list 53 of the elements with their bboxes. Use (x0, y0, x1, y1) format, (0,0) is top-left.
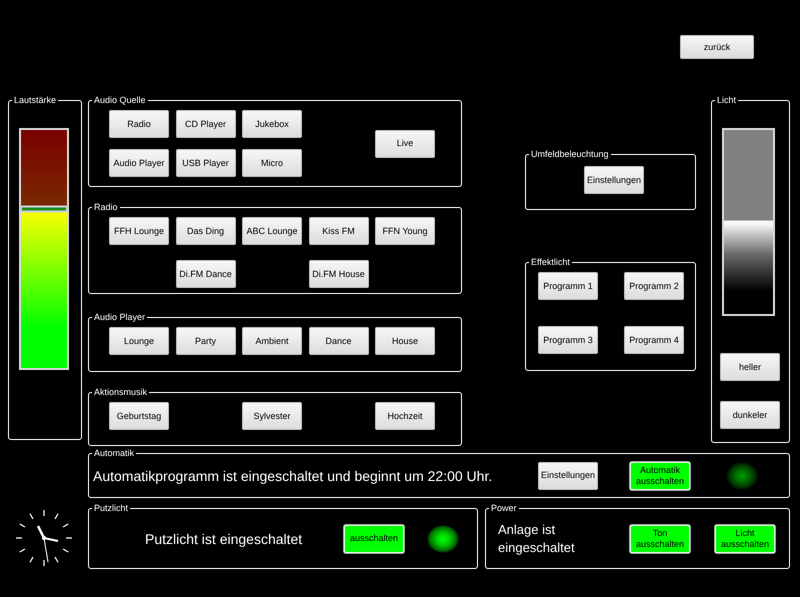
button[interactable]: Programm 4 (624, 326, 684, 354)
button[interactable]: Einstellungen (538, 462, 598, 490)
status-message: Anlage ist eingeschaltet (498, 520, 576, 556)
settings-button[interactable]: Einstellungen (584, 166, 644, 194)
button[interactable]: Hochzeit (375, 402, 435, 430)
group-label: Radio (92, 201, 120, 213)
slider-thumb[interactable] (724, 220, 773, 224)
light-slider[interactable] (722, 128, 775, 316)
button[interactable]: heller (720, 353, 780, 381)
button[interactable]: Programm 3 (538, 326, 598, 354)
button[interactable]: Programm 1 (538, 272, 598, 300)
group-label: Power (489, 502, 519, 514)
group-label: Licht (715, 94, 738, 106)
button[interactable]: dunkeler (720, 401, 780, 429)
volume-slider[interactable] (19, 128, 69, 370)
back-button[interactable]: zurück (680, 35, 754, 59)
button[interactable]: Geburtstag (109, 402, 169, 430)
group-label: Audio Player (92, 311, 148, 323)
button[interactable]: Sylvester (242, 402, 302, 430)
button[interactable]: Kiss FM (308, 217, 368, 245)
status-message: Putzlicht ist eingeschaltet (145, 530, 304, 548)
group-label: Automatik (92, 447, 136, 459)
group-label: Lautstärke (12, 94, 58, 106)
status-message: Automatikprogramm ist eingeschaltet und beginnt um 22:00 Uhr. (93, 466, 494, 484)
button[interactable]: Lounge (109, 327, 169, 355)
button[interactable]: CD Player (176, 110, 236, 138)
group-label: Putzlicht (92, 502, 130, 514)
group-label: Aktionsmusik (92, 386, 150, 398)
button[interactable]: House (375, 327, 435, 355)
button[interactable]: Programm 2 (624, 272, 684, 300)
group-label: Effektlicht (529, 256, 572, 268)
button[interactable]: Di.FM Dance (176, 260, 236, 288)
button[interactable]: FFH Lounge (109, 217, 169, 245)
button[interactable]: Di.FM House (308, 260, 368, 288)
group-label: Umfeldbeleuchtung (529, 148, 611, 160)
button[interactable]: ausschalten (344, 524, 404, 552)
button[interactable]: USB Player (176, 149, 236, 177)
button[interactable]: Automatik ausschalten (630, 462, 690, 490)
button[interactable]: Dance (308, 327, 368, 355)
slider-thumb[interactable] (20, 205, 68, 212)
button[interactable]: Audio Player (109, 149, 169, 177)
button[interactable]: Live (375, 130, 435, 158)
button[interactable]: Das Ding (176, 217, 236, 245)
button[interactable]: ABC Lounge (242, 217, 302, 245)
button[interactable]: Party (176, 327, 236, 355)
button[interactable]: FFN Young (375, 217, 435, 245)
button[interactable]: Ton ausschalten (630, 524, 690, 552)
button[interactable]: Jukebox (242, 110, 302, 138)
button[interactable]: Ambient (242, 327, 302, 355)
button[interactable]: Radio (109, 110, 169, 138)
group-label: Audio Quelle (92, 94, 148, 106)
button[interactable]: Micro (242, 149, 302, 177)
button[interactable]: Licht ausschalten (715, 524, 775, 552)
